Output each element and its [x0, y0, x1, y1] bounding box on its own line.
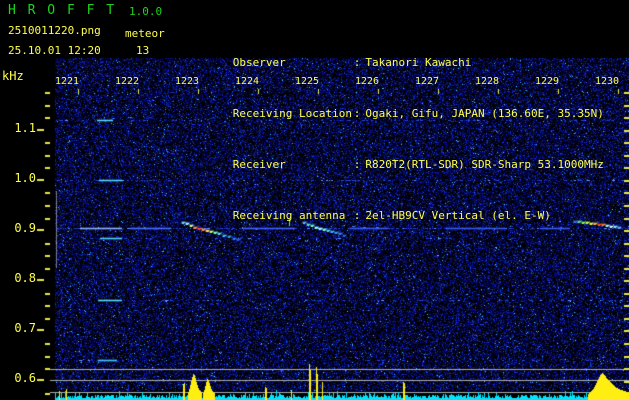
- datetime-label: 25.10.01 12:20: [8, 44, 101, 57]
- info-value: 2el-HB9CV Vertical (el. E-W): [365, 209, 551, 222]
- info-row: Receiver: R820T2(RTL-SDR) SDR-Sharp 53.10…: [175, 143, 604, 171]
- info-row: Observer: Takanori Kawachi: [175, 41, 604, 69]
- time-tick-label: 1225: [294, 76, 320, 87]
- freq-tick-label: 0.6: [14, 371, 36, 385]
- time-tick-label: 1229: [534, 76, 560, 87]
- time-tick-label: 1224: [234, 76, 260, 87]
- app-version: 1.0.0: [129, 5, 163, 18]
- time-tick-label: 1223: [174, 76, 200, 87]
- info-label: Receiving Location: [232, 107, 353, 120]
- freq-tick-label: 0.7: [14, 321, 36, 335]
- time-tick-label: 1222: [114, 76, 140, 87]
- freq-tick-label: 0.9: [14, 221, 36, 235]
- info-row: Receiving antenna:2el-HB9CV Vertical (el…: [175, 194, 604, 222]
- mode-label: meteor: [125, 27, 165, 40]
- time-tick-label: 1221: [54, 76, 80, 87]
- time-tick-label: 1227: [414, 76, 440, 87]
- observer-info-block: Observer: Takanori Kawachi Receiving Loca…: [175, 3, 604, 245]
- info-label: Receiving antenna: [232, 209, 346, 222]
- echo-count: 13: [136, 44, 150, 57]
- info-label: Receiver: [232, 158, 286, 171]
- freq-unit-label: kHz: [2, 69, 24, 83]
- info-value: Takanori Kawachi: [365, 56, 472, 69]
- app-title: H R O F F T: [8, 3, 117, 18]
- freq-tick-label: 1.0: [14, 171, 36, 185]
- info-row: Receiving Location: Ogaki, Gifu, JAPAN (1…: [175, 92, 604, 120]
- info-label: Observer: [232, 56, 286, 69]
- freq-tick-label: 0.8: [14, 271, 36, 285]
- info-value: R820T2(RTL-SDR) SDR-Sharp 53.1000MHz: [365, 158, 604, 171]
- hrofft-spectrogram-window: H R O F F T 1.0.0 2510011220.png meteor …: [0, 0, 629, 400]
- time-tick-label: 1230: [594, 76, 620, 87]
- info-value: Ogaki, Gifu, JAPAN (136.60E, 35.35N): [365, 107, 604, 120]
- filename-label: 2510011220.png: [8, 24, 101, 37]
- freq-tick-label: 1.1: [14, 121, 36, 135]
- time-tick-label: 1226: [354, 76, 380, 87]
- time-tick-label: 1228: [474, 76, 500, 87]
